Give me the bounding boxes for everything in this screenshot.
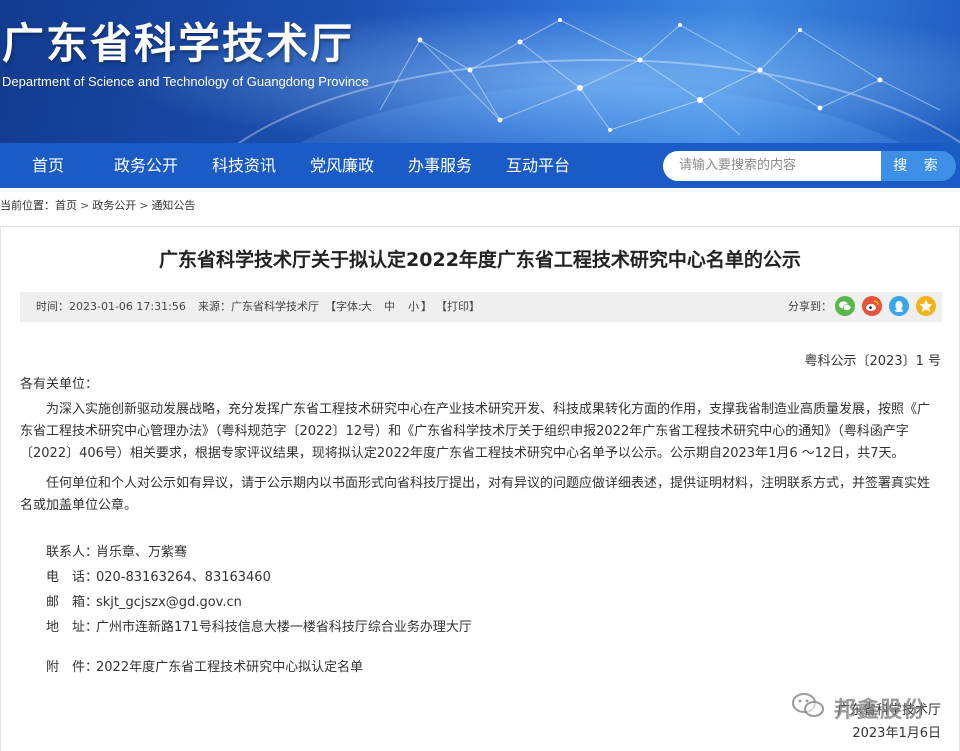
article-title: 广东省科学技术厅关于拟认定2022年度广东省工程技术研究中心名单的公示 <box>159 249 801 271</box>
site-subtitle: Department of Science and Technology of … <box>2 74 369 89</box>
article-source: 来源：广东省科学技术厅 <box>198 300 319 313</box>
attachment-label: 附 件： <box>46 660 99 675</box>
font-size-label: 【字体: <box>325 300 362 313</box>
breadcrumb-government-affairs[interactable]: 政务公开 <box>92 199 136 212</box>
breadcrumb-notices[interactable]: 通知公告 <box>151 199 195 212</box>
share-label: 分享到： <box>788 300 832 313</box>
breadcrumb-prefix: 当前位置： <box>0 199 55 212</box>
attachment-row: 附 件：2022年度广东省工程技术研究中心拟认定名单 <box>46 656 363 675</box>
contact-person-row: 联系人：肖乐章、万紫骞 <box>46 541 187 560</box>
wechat-watermark-icon <box>792 693 824 717</box>
article-meta-bar: 时间：2023-01-06 17:31:56 来源：广东省科学技术厅 【字体: … <box>20 292 942 322</box>
font-size-large[interactable]: 大 <box>361 292 372 322</box>
body-paragraph: 为深入实施创新驱动发展战略，充分发挥广东省工程技术研究中心在产业技术研究开发、科… <box>20 402 931 461</box>
salutation: 各有关单位： <box>20 377 99 392</box>
breadcrumb: 当前位置：首页 > 政务公开 > 通知公告 <box>0 197 195 213</box>
contact-address-row: 地 址：广州市连新路171号科技信息大楼一楼省科技厅综合业务办理大厅 <box>46 616 472 635</box>
document-number: 粤科公示〔2023〕1 号 <box>804 354 942 369</box>
contact-phone-row: 电 话：020-83163264、83163460 <box>46 566 271 585</box>
font-size-close: 】 <box>421 300 432 313</box>
breadcrumb-separator: > <box>80 199 90 212</box>
site-title: 广东省科学技术厅 <box>2 19 355 68</box>
qq-share-icon[interactable] <box>889 296 909 316</box>
contact-email-label: 邮 箱： <box>46 595 99 610</box>
body-paragraph: 任何单位和个人对公示如有异议，请于公示期内以书面形式向省科技厅提出，对有异议的问… <box>20 476 931 513</box>
contact-person-value: 肖乐章、万紫骞 <box>96 545 188 560</box>
contact-email-row: 邮 箱：skjt_gcjszx@gd.gov.cn <box>46 591 242 610</box>
contact-address-value: 广州市连新路171号科技信息大楼一楼省科技厅综合业务办理大厅 <box>96 620 472 635</box>
contact-email-value: skjt_gcjszx@gd.gov.cn <box>96 595 242 610</box>
breadcrumb-separator: > <box>139 199 149 212</box>
publish-time: 时间：2023-01-06 17:31:56 <box>36 300 186 313</box>
watermark: 邦鑫股份 <box>790 690 925 723</box>
font-size-medium[interactable]: 中 <box>384 292 395 322</box>
print-link[interactable]: 【打印】 <box>436 292 480 322</box>
contact-phone-label: 电 话： <box>46 570 99 585</box>
breadcrumb-home[interactable]: 首页 <box>55 199 77 212</box>
qzone-share-icon[interactable] <box>916 296 936 316</box>
weibo-share-icon[interactable] <box>862 296 882 316</box>
nav-item-integrity[interactable]: 党风廉政 <box>310 143 374 188</box>
search-button[interactable]: 搜 索 <box>881 151 956 181</box>
signing-date: 2023年1月6日 <box>852 726 941 741</box>
contact-phone-value: 020-83163264、83163460 <box>96 570 271 585</box>
contact-person-label: 联系人： <box>46 545 99 560</box>
nav-item-government-affairs[interactable]: 政务公开 <box>114 143 178 188</box>
nav-item-interaction[interactable]: 互动平台 <box>506 143 570 188</box>
header-banner: 广东省科学技术厅 Department of Science and Techn… <box>0 0 960 143</box>
nav-item-tech-news[interactable]: 科技资讯 <box>212 143 276 188</box>
main-nav: 首页 政务公开 科技资讯 党风廉政 办事服务 互动平台 搜 索 <box>0 143 960 188</box>
wechat-share-icon[interactable] <box>835 296 855 316</box>
attachment-link[interactable]: 2022年度广东省工程技术研究中心拟认定名单 <box>96 660 363 675</box>
contact-address-label: 地 址： <box>46 620 99 635</box>
nav-item-services[interactable]: 办事服务 <box>408 143 472 188</box>
font-size-small[interactable]: 小 <box>408 292 419 322</box>
search-input[interactable] <box>663 151 881 181</box>
nav-item-home[interactable]: 首页 <box>32 143 64 188</box>
watermark-text: 邦鑫股份 <box>834 698 927 723</box>
